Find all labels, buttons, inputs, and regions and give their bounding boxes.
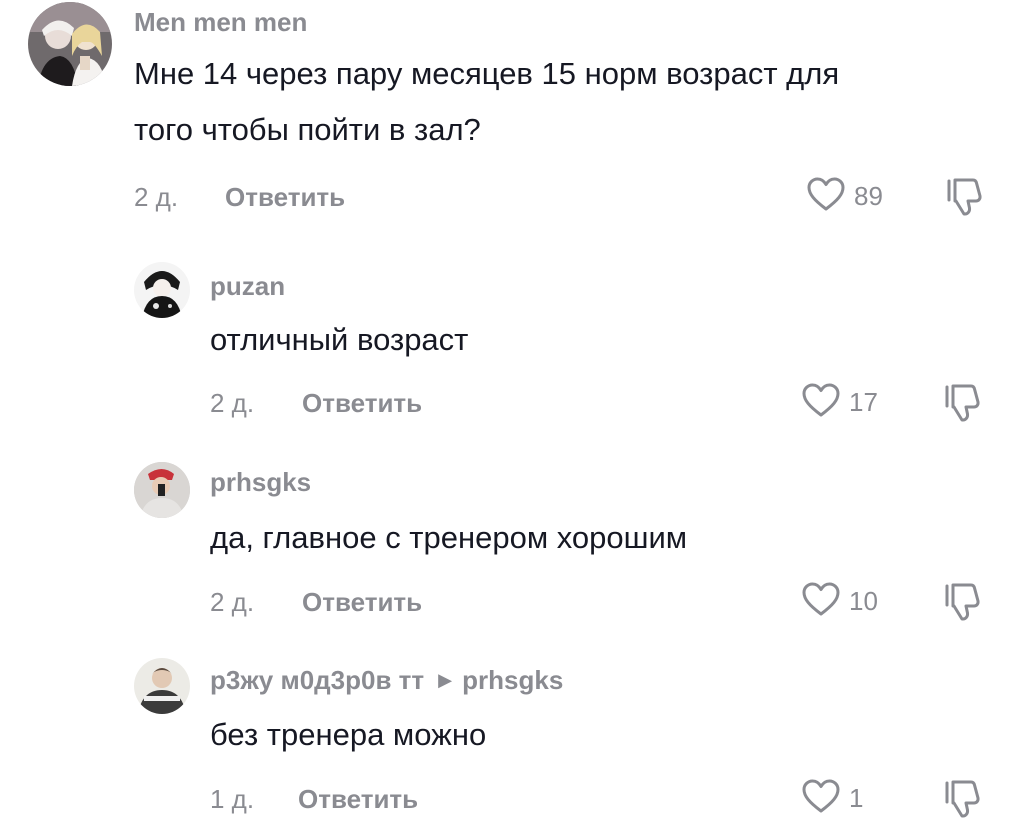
dislike-button[interactable] [943, 778, 985, 825]
dislike-button[interactable] [943, 581, 985, 628]
reply-button[interactable]: Ответить [302, 388, 422, 419]
comment-timestamp: 1 д. [210, 784, 255, 814]
like-button[interactable]: 17 [801, 382, 878, 423]
username[interactable]: Men men men [134, 7, 307, 38]
avatar[interactable] [134, 658, 190, 714]
reply-to-username[interactable]: prhsgks [462, 665, 563, 695]
heart-outline-icon [801, 581, 841, 622]
like-button[interactable]: 1 [801, 778, 863, 819]
comment-timestamp: 2 д. [210, 587, 255, 617]
reply-button[interactable]: Ответить [225, 182, 345, 213]
username[interactable]: р3жу м0д3р0в тт ▶ prhsgks [210, 665, 563, 696]
comment-text: без тренера можно [210, 717, 487, 752]
thumbs-down-icon [943, 780, 985, 824]
avatar[interactable] [134, 262, 190, 318]
like-button[interactable]: 89 [806, 176, 883, 217]
like-count: 89 [854, 181, 883, 211]
comment-text: того чтобы пойти в зал? [134, 112, 481, 147]
username-author[interactable]: р3жу м0д3р0в тт [210, 665, 424, 695]
comment-text: Мне 14 через пару месяцев 15 норм возрас… [134, 56, 840, 91]
reply-item: р3жу м0д3р0в тт ▶ prhsgks без тренера можн… [0, 656, 1024, 822]
reply-button[interactable]: Ответить [298, 784, 418, 815]
like-count: 17 [849, 387, 878, 417]
reply-arrow-icon: ▶ [438, 670, 453, 690]
thumbs-down-icon [943, 583, 985, 627]
heart-outline-icon [801, 778, 841, 819]
comment-timestamp: 2 д. [210, 388, 255, 418]
avatar[interactable] [28, 2, 112, 86]
avatar[interactable] [134, 462, 190, 518]
dislike-button[interactable] [945, 176, 987, 223]
username[interactable]: puzan [210, 271, 285, 302]
comment-item: Men men men Мне 14 через пару месяцев 15… [0, 0, 1024, 230]
comment-timestamp: 2 д. [134, 182, 179, 212]
comment-text: да, главное с тренером хорошим [210, 520, 688, 555]
heart-outline-icon [806, 176, 846, 217]
thumbs-down-icon [943, 384, 985, 428]
heart-outline-icon [801, 382, 841, 423]
like-count: 10 [849, 586, 878, 616]
thumbs-down-icon [945, 178, 987, 222]
reply-item: prhsgks да, главное с тренером хорошим 2… [0, 460, 1024, 640]
dislike-button[interactable] [943, 382, 985, 429]
username[interactable]: prhsgks [210, 467, 311, 498]
reply-button[interactable]: Ответить [302, 587, 422, 618]
like-count: 1 [849, 783, 864, 813]
comment-text: отличный возраст [210, 322, 469, 357]
reply-item: puzan отличный возраст 2 д. Ответить 17 [0, 260, 1024, 440]
like-button[interactable]: 10 [801, 581, 878, 622]
